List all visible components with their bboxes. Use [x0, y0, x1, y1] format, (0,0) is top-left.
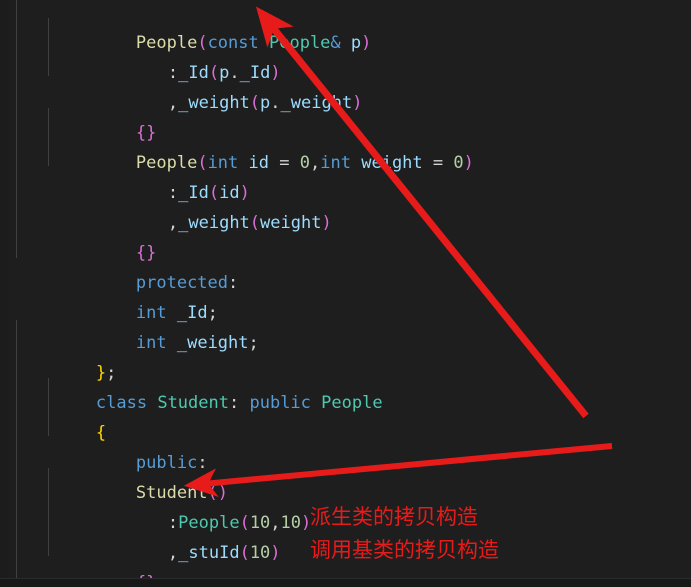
code-line[interactable]: };: [0, 328, 691, 383]
annotation-note-calls-base-copy-ctor: 调用基类的拷贝构造: [310, 538, 499, 562]
code-line[interactable]: {}: [0, 208, 691, 263]
code-line[interactable]: :_Id(id): [0, 148, 691, 203]
editor-bottom-strip: [0, 578, 691, 587]
code-editor[interactable]: People(const People& p) :_Id(p._Id) ,_we…: [0, 0, 691, 578]
code-line[interactable]: protected:: [0, 238, 691, 293]
code-line[interactable]: int _weight;: [0, 298, 691, 353]
annotation-note-derived-copy-ctor: 派生类的拷贝构造: [310, 505, 478, 529]
code-line[interactable]: {}: [0, 88, 691, 143]
code-line[interactable]: class Student: public People: [0, 358, 691, 413]
code-line[interactable]: int _Id;: [0, 268, 691, 323]
code-line[interactable]: Student(): [0, 448, 691, 503]
code-line[interactable]: People(const People& p): [0, 0, 691, 53]
code-line[interactable]: :_Id(p._Id): [0, 28, 691, 83]
code-content[interactable]: People(const People& p) :_Id(p._Id) ,_we…: [0, 0, 691, 578]
code-line[interactable]: Student(const Student& s): [0, 568, 691, 578]
screenshot-root: People(const People& p) :_Id(p._Id) ,_we…: [0, 0, 691, 587]
code-line[interactable]: public:: [0, 418, 691, 473]
code-line[interactable]: ,_weight(weight): [0, 178, 691, 233]
code-line[interactable]: {: [0, 388, 691, 443]
code-line[interactable]: ,_weight(p._weight): [0, 58, 691, 113]
code-line[interactable]: People(int id = 0,int weight = 0): [0, 118, 691, 173]
